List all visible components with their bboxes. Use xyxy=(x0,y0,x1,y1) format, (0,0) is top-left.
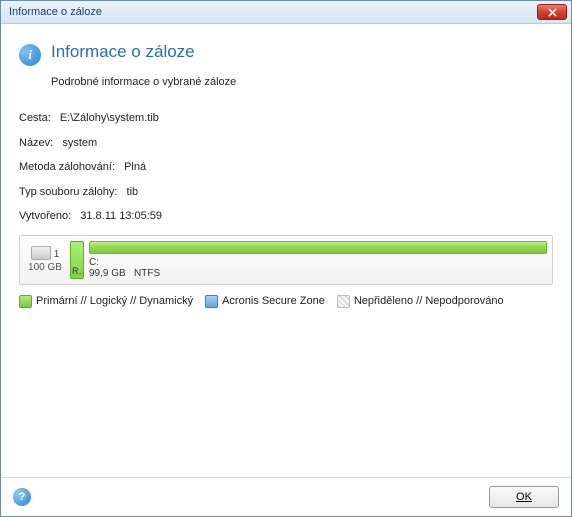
disk-column: 1 100 GB xyxy=(25,241,65,279)
method-label: Metoda zálohování: xyxy=(19,161,115,173)
disk-index: 1 xyxy=(54,249,60,260)
help-button[interactable]: ? xyxy=(13,488,31,506)
close-icon xyxy=(548,8,557,17)
disk-size: 100 GB xyxy=(28,262,62,273)
titlebar: Informace o záloze xyxy=(1,1,571,24)
name-label: Název: xyxy=(19,137,53,149)
content-area: i Informace o záloze Podrobné informace … xyxy=(1,24,571,477)
info-icon: i xyxy=(19,44,41,66)
header-row: i Informace o záloze xyxy=(19,42,553,66)
partition-main-size: 99,9 GB NTFS xyxy=(89,268,547,279)
page-title: Informace o záloze xyxy=(51,42,195,62)
partition-main[interactable]: C: 99,9 GB NTFS xyxy=(89,241,547,279)
ok-button[interactable]: OK xyxy=(489,486,559,508)
partition-main-label: C: xyxy=(89,257,547,268)
legend-primary: Primární // Logický // Dynamický xyxy=(19,295,193,308)
swatch-hatch-icon xyxy=(337,295,350,308)
field-type: Typ souboru zálohy: tib xyxy=(19,184,553,201)
field-name: Název: system xyxy=(19,135,553,152)
header-text: Informace o záloze xyxy=(51,42,195,62)
legend-unallocated: Nepřiděleno // Nepodporováno xyxy=(337,295,504,308)
disk-panel: 1 100 GB R… C: 99,9 GB NTFS xyxy=(19,235,553,285)
type-value: tib xyxy=(127,186,139,198)
method-value: Plná xyxy=(124,161,146,173)
legend: Primární // Logický // Dynamický Acronis… xyxy=(19,295,553,308)
footer: ? OK xyxy=(1,477,571,516)
path-label: Cesta: xyxy=(19,112,51,124)
field-created: Vytvořeno: 31.8.11 13:05:59 xyxy=(19,208,553,225)
partition-bar xyxy=(89,241,547,254)
window-title: Informace o záloze xyxy=(9,6,102,18)
swatch-green-icon xyxy=(19,295,32,308)
legend-asz: Acronis Secure Zone xyxy=(205,295,325,308)
fields-block: Cesta: E:\Zálohy\system.tib Název: syste… xyxy=(19,110,553,225)
name-value: system xyxy=(62,137,97,149)
field-method: Metoda zálohování: Plná xyxy=(19,159,553,176)
page-subtitle: Podrobné informace o vybrané záloze xyxy=(51,76,553,88)
created-value: 31.8.11 13:05:59 xyxy=(80,210,162,222)
dialog-window: Informace o záloze i Informace o záloze … xyxy=(0,0,572,517)
disk-icon xyxy=(31,246,51,260)
path-value: E:\Zálohy\system.tib xyxy=(60,112,159,124)
created-label: Vytvořeno: xyxy=(19,210,71,222)
close-button[interactable] xyxy=(537,4,567,20)
type-label: Typ souboru zálohy: xyxy=(19,186,117,198)
partition-small[interactable]: R… xyxy=(70,241,84,279)
partition-small-label: R… xyxy=(72,266,82,276)
swatch-blue-icon xyxy=(205,295,218,308)
field-path: Cesta: E:\Zálohy\system.tib xyxy=(19,110,553,127)
